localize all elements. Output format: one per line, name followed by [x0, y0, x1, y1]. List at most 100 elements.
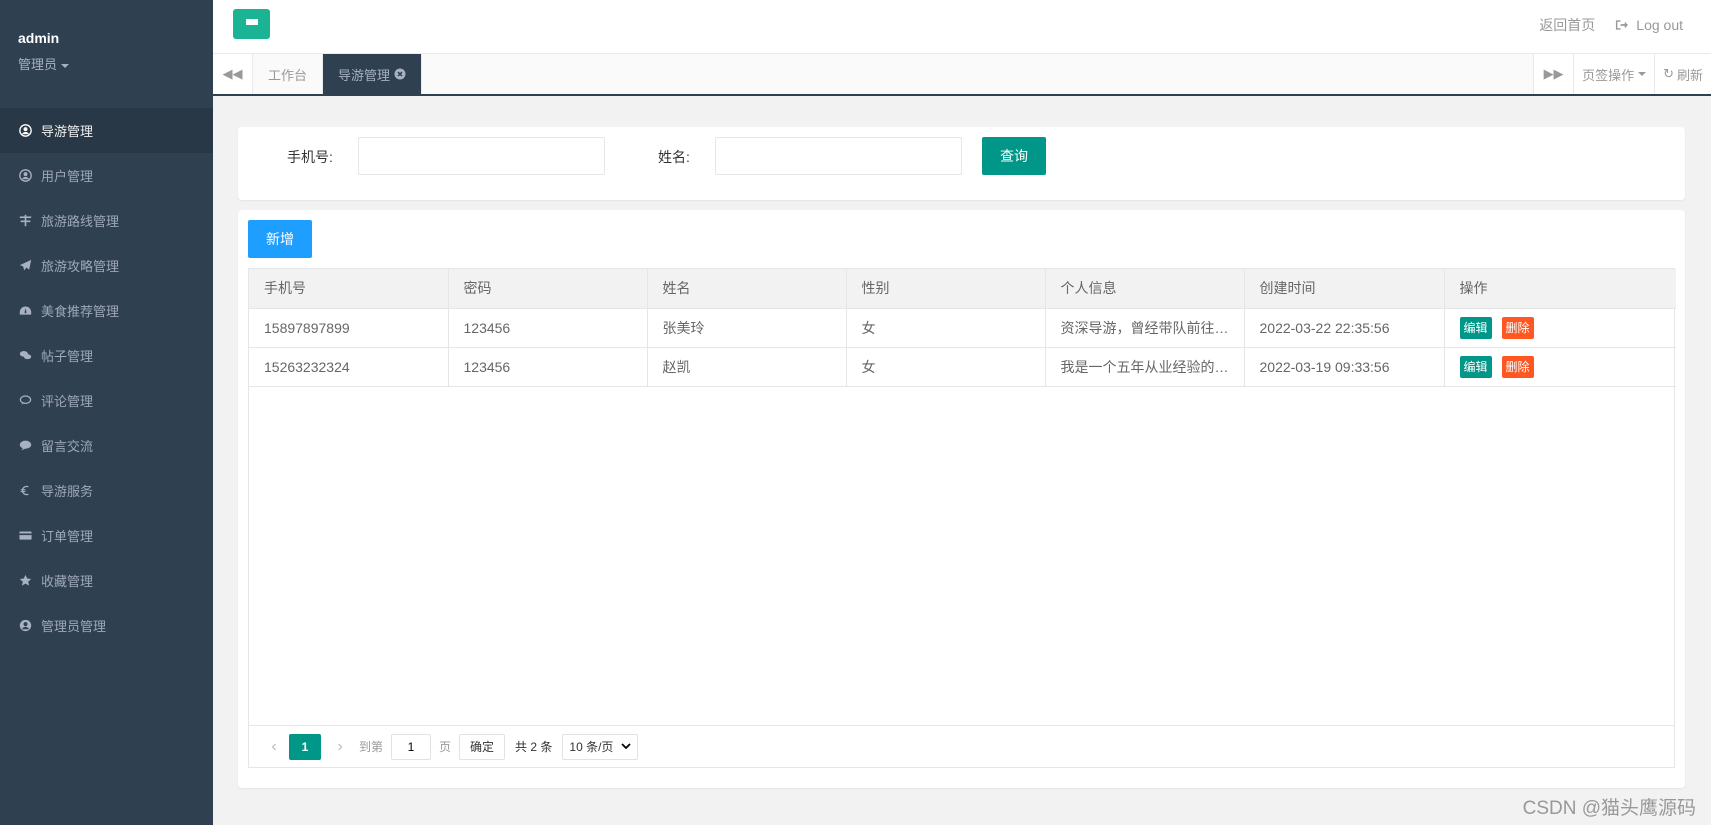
cell-info: 我是一个五年从业经验的…	[1045, 347, 1245, 387]
next-page-icon[interactable]: ›	[329, 738, 351, 756]
column-header[interactable]: 操作	[1444, 269, 1676, 309]
sidebar-item-favorites[interactable]: 收藏管理	[0, 558, 213, 603]
tabs-right-tools: ▶▶ 页签操作 ↻ 刷新	[1533, 54, 1711, 94]
cell-info: 资深导游，曾经带队前往…	[1045, 308, 1245, 348]
caret-down-icon	[61, 63, 70, 68]
phone-input[interactable]	[358, 137, 605, 175]
paper-plane-icon	[18, 259, 32, 273]
logout-link[interactable]: Log out	[1615, 17, 1683, 33]
dashboard-icon	[18, 304, 32, 318]
sidebar-item-label: 旅游路线管理	[41, 214, 120, 229]
page-unit-label: 页	[439, 740, 452, 754]
edit-button[interactable]: 编辑	[1459, 355, 1492, 378]
table-row: 15897897899 123456 张美玲 女 资深导游，曾经带队前往… 20…	[249, 308, 1676, 348]
hamburger-icon	[245, 19, 258, 29]
delete-button[interactable]: 删除	[1501, 316, 1534, 339]
query-button[interactable]: 查询	[982, 137, 1046, 175]
cell-name: 赵凯	[647, 347, 847, 387]
close-icon[interactable]	[394, 68, 406, 80]
tab-guide-management[interactable]: 导游管理	[323, 54, 423, 94]
page-size-value: 10 条/页	[569, 740, 614, 754]
sidebar-item-label: 导游管理	[41, 124, 94, 139]
prev-page-icon[interactable]: ‹	[263, 738, 285, 756]
sidebar-item-label: 帖子管理	[41, 349, 94, 364]
sign-out-icon	[1616, 20, 1629, 30]
tabs-scroll-right-button[interactable]: ▶▶	[1533, 54, 1574, 94]
column-header[interactable]: 性别	[846, 269, 1046, 309]
logout-label: Log out	[1636, 17, 1683, 33]
cell-phone: 15263232324	[249, 347, 449, 387]
chevron-down-icon	[621, 743, 632, 750]
tab-label: 导游管理	[338, 67, 391, 83]
watermark: CSDN @猫头鹰源码	[1522, 798, 1696, 819]
home-link[interactable]: 返回首页	[1539, 15, 1595, 35]
sidebar-item-label: 用户管理	[41, 169, 94, 184]
sidebar-item-messages[interactable]: 留言交流	[0, 423, 213, 468]
cell-created: 2022-03-22 22:35:56	[1244, 308, 1445, 348]
sidebar-item-label: 收藏管理	[41, 574, 94, 589]
cell-password: 123456	[448, 347, 648, 387]
star-icon	[18, 574, 32, 588]
cell-password: 123456	[448, 308, 648, 348]
goto-page-input[interactable]	[391, 733, 432, 760]
user-circle-icon	[18, 169, 32, 183]
delete-button[interactable]: 删除	[1501, 355, 1534, 378]
role-label: 管理员	[18, 57, 58, 72]
tab-operations-label: 页签操作	[1582, 67, 1635, 83]
role-dropdown[interactable]: 管理员	[18, 54, 195, 73]
user-circle-icon	[18, 619, 32, 633]
sidebar-item-users[interactable]: 用户管理	[0, 153, 213, 198]
cell-actions: 编辑 删除	[1444, 347, 1676, 387]
column-header[interactable]: 密码	[448, 269, 648, 309]
menu-toggle-button[interactable]	[233, 9, 270, 39]
sidebar-item-label: 美食推荐管理	[41, 304, 120, 319]
column-header[interactable]: 姓名	[647, 269, 847, 309]
pagination: ‹ 1 › 到第 页 确定 共 2 条 10 条/页	[249, 725, 1674, 767]
tab-workbench[interactable]: 工作台	[253, 54, 324, 94]
refresh-label: 刷新	[1676, 67, 1703, 83]
tab-list: 工作台 导游管理	[253, 54, 423, 94]
forward-icon: ▶▶	[1543, 66, 1564, 81]
tabs-bar: ◀◀ 工作台 导游管理 ▶▶ 页签操作 ↻ 刷新	[213, 54, 1711, 96]
sidebar-item-label: 管理员管理	[41, 619, 107, 634]
sidebar-item-label: 导游服务	[41, 484, 94, 499]
search-panel: 手机号: 姓名: 查询	[238, 127, 1685, 200]
sidebar-item-comments[interactable]: 评论管理	[0, 378, 213, 423]
sidebar-item-label: 订单管理	[41, 529, 94, 544]
name-input[interactable]	[715, 137, 962, 175]
sidebar-item-admins[interactable]: 管理员管理	[0, 603, 213, 648]
total-count: 共 2 条	[515, 740, 553, 754]
sidebar-item-guides[interactable]: 旅游攻略管理	[0, 243, 213, 288]
cell-name: 张美玲	[647, 308, 847, 348]
user-circle-icon	[18, 124, 32, 138]
current-page[interactable]: 1	[289, 733, 321, 760]
sidebar-item-orders[interactable]: 订单管理	[0, 513, 213, 558]
comments-icon	[18, 349, 32, 363]
sidebar-item-label: 旅游攻略管理	[41, 259, 120, 274]
sidebar-item-label: 评论管理	[41, 394, 94, 409]
column-header[interactable]: 手机号	[249, 269, 449, 309]
sidebar-item-routes[interactable]: 旅游路线管理	[0, 198, 213, 243]
tab-operations-dropdown[interactable]: 页签操作	[1573, 54, 1655, 94]
sidebar-item-posts[interactable]: 帖子管理	[0, 333, 213, 378]
euro-icon	[18, 484, 32, 498]
page-size-select[interactable]: 10 条/页	[562, 733, 639, 760]
sidebar: admin 管理员 导游管理 用户管理 旅游路线管理 旅游攻略管理 美食推荐管理…	[0, 0, 213, 825]
sidebar-item-label: 留言交流	[41, 439, 94, 454]
data-table: 手机号 密码 姓名 性别 个人信息 创建时间 操作 15897897899 12…	[248, 268, 1676, 768]
goto-label: 到第	[359, 740, 384, 754]
road-icon	[18, 214, 32, 228]
column-header[interactable]: 创建时间	[1244, 269, 1445, 309]
table-panel: 新增 手机号 密码 姓名 性别 个人信息 创建时间 操作 15897897899	[238, 210, 1685, 788]
add-button[interactable]: 新增	[248, 220, 312, 258]
tabs-scroll-left-button[interactable]: ◀◀	[213, 54, 253, 94]
top-header: 返回首页 Log out	[213, 0, 1711, 54]
sidebar-item-food[interactable]: 美食推荐管理	[0, 288, 213, 333]
column-header[interactable]: 个人信息	[1045, 269, 1245, 309]
sidebar-item-guide[interactable]: 导游管理	[0, 108, 213, 153]
username: admin	[18, 30, 60, 46]
refresh-button[interactable]: ↻ 刷新	[1654, 54, 1711, 94]
sidebar-item-guide-service[interactable]: 导游服务	[0, 468, 213, 513]
edit-button[interactable]: 编辑	[1459, 316, 1492, 339]
goto-confirm-button[interactable]: 确定	[459, 733, 506, 760]
